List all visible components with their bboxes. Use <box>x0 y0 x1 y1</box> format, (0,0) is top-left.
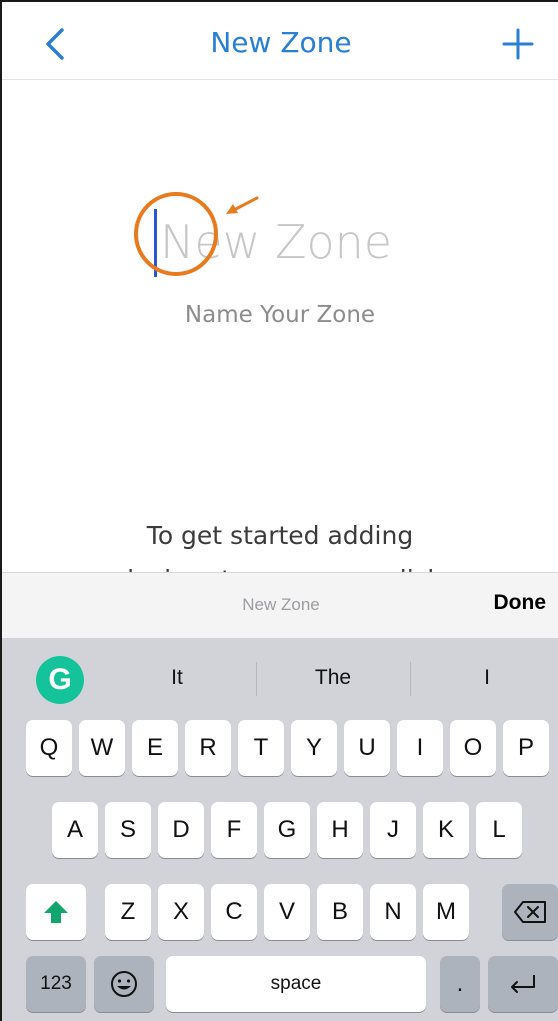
numbers-key[interactable]: 123 <box>26 956 86 1012</box>
suggestion-divider <box>256 662 257 696</box>
key-z[interactable]: Z <box>105 884 151 940</box>
key-o[interactable]: O <box>450 720 496 776</box>
delete-key[interactable] <box>502 884 558 940</box>
help-text-line: To get started adding <box>146 521 414 550</box>
key-x[interactable]: X <box>158 884 204 940</box>
page-title: New Zone <box>210 26 352 59</box>
key-v[interactable]: V <box>264 884 310 940</box>
done-button[interactable]: Done <box>494 591 547 615</box>
shift-key[interactable] <box>26 884 86 940</box>
emoji-key[interactable] <box>94 956 154 1012</box>
key-f[interactable]: F <box>211 802 257 858</box>
emoji-icon <box>111 971 137 997</box>
key-w[interactable]: W <box>79 720 125 776</box>
add-button[interactable] <box>498 24 538 64</box>
suggestion-divider <box>410 662 411 696</box>
key-u[interactable]: U <box>344 720 390 776</box>
suggestion-item[interactable]: It <box>102 666 252 690</box>
key-t[interactable]: T <box>238 720 284 776</box>
accessory-title: New Zone <box>242 595 320 614</box>
key-r[interactable]: R <box>185 720 231 776</box>
suggestion-item[interactable]: The <box>258 666 408 690</box>
keyboard: G It The I Q W E R T Y U I O P A S D F G… <box>2 638 558 1021</box>
backspace-icon <box>514 901 546 923</box>
suggestion-bar: G It The I <box>2 638 558 716</box>
key-e[interactable]: E <box>132 720 178 776</box>
key-y[interactable]: Y <box>291 720 337 776</box>
plus-icon <box>502 28 534 60</box>
key-m[interactable]: M <box>423 884 469 940</box>
key-h[interactable]: H <box>317 802 363 858</box>
key-b[interactable]: B <box>317 884 363 940</box>
grammarly-icon: G <box>48 663 72 696</box>
return-icon <box>511 975 535 993</box>
zone-name-label: Name Your Zone <box>184 302 376 328</box>
key-q[interactable]: Q <box>26 720 72 776</box>
key-k[interactable]: K <box>423 802 469 858</box>
app-screen: New Zone Name Your Zone To get started a… <box>0 0 558 1021</box>
key-i[interactable]: I <box>397 720 443 776</box>
key-s[interactable]: S <box>105 802 151 858</box>
keyboard-accessory-bar: New Zone Done <box>2 572 558 638</box>
period-key[interactable]: . <box>440 956 480 1012</box>
key-d[interactable]: D <box>158 802 204 858</box>
key-l[interactable]: L <box>476 802 522 858</box>
annotation-arrow-icon <box>226 196 259 214</box>
key-g[interactable]: G <box>264 802 310 858</box>
return-key[interactable] <box>488 956 558 1012</box>
key-p[interactable]: P <box>503 720 549 776</box>
key-c[interactable]: C <box>211 884 257 940</box>
annotation-circle <box>134 192 218 276</box>
grammarly-button[interactable]: G <box>36 656 84 704</box>
key-a[interactable]: A <box>52 802 98 858</box>
key-n[interactable]: N <box>370 884 416 940</box>
space-key[interactable]: space <box>166 956 426 1012</box>
nav-bar: New Zone <box>2 2 558 80</box>
key-j[interactable]: J <box>370 802 416 858</box>
suggestion-item[interactable]: I <box>412 666 558 690</box>
shift-arrow-icon <box>44 901 68 923</box>
